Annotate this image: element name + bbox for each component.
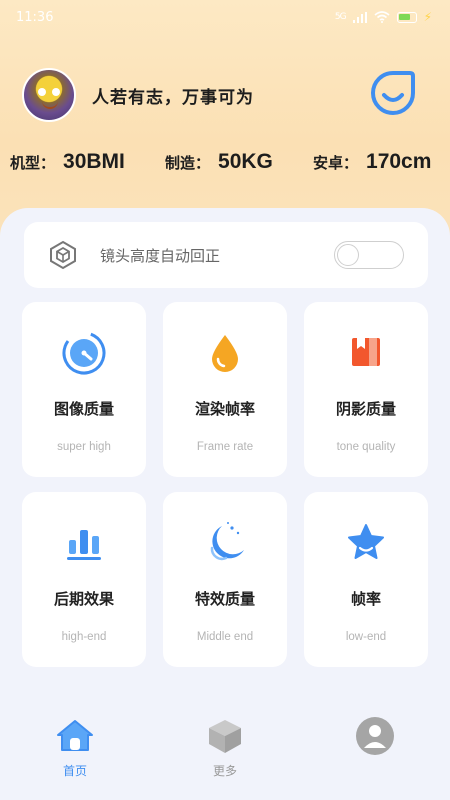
bookmark-icon xyxy=(343,330,389,376)
tile-frame[interactable]: 帧率 low-end xyxy=(304,492,428,667)
nav-profile[interactable] xyxy=(300,700,450,800)
tile-subtitle: super high xyxy=(57,441,111,453)
spec-model: 机型： 30BMI xyxy=(10,150,165,174)
star-icon xyxy=(343,520,389,566)
spec-value: 30BMI xyxy=(63,150,125,173)
tile-effect-quality[interactable]: 特效质量 Middle end xyxy=(163,492,287,667)
wifi-icon xyxy=(374,11,390,23)
spec-label: 机型： xyxy=(10,154,56,172)
spec-android: 安卓： 170cm xyxy=(313,150,431,174)
tile-title: 帧率 xyxy=(350,590,381,608)
cube-icon xyxy=(205,716,245,756)
status-icons: 5G ⚡ xyxy=(335,10,432,24)
bottom-nav: 首页 更多 xyxy=(0,700,450,800)
tile-image-quality[interactable]: 图像质量 super high xyxy=(22,302,146,477)
cellular-icon xyxy=(352,11,367,23)
switch-knob[interactable] xyxy=(337,244,359,266)
tile-title: 特效质量 xyxy=(194,590,255,608)
tile-title: 阴影质量 xyxy=(335,400,396,418)
spec-make: 制造： 50KG xyxy=(165,150,313,174)
nav-home[interactable]: 首页 xyxy=(0,700,150,800)
spec-value: 50KG xyxy=(218,150,273,173)
tile-post-effects[interactable]: 后期效果 high-end xyxy=(22,492,146,667)
tile-subtitle: tone quality xyxy=(336,441,396,453)
auto-level-switch[interactable] xyxy=(334,241,404,269)
auto-level-row[interactable]: 镜头高度自动回正 xyxy=(24,222,428,288)
smile-icon[interactable] xyxy=(370,70,416,116)
profile-row: 人若有志，万事可为 xyxy=(22,68,254,122)
gauge-icon xyxy=(61,330,107,376)
nav-label: 更多 xyxy=(212,764,237,778)
spec-row: 机型： 30BMI 制造： 50KG 安卓： 170cm xyxy=(10,150,446,174)
profile-motto: 人若有志，万事可为 xyxy=(92,87,254,108)
bolt-icon: ⚡ xyxy=(423,10,432,24)
hexagon-cube-icon xyxy=(50,240,76,270)
spec-value: 170cm xyxy=(366,150,432,173)
moon-icon xyxy=(202,520,248,566)
auto-level-label: 镜头高度自动回正 xyxy=(100,246,221,265)
tile-subtitle: Frame rate xyxy=(196,441,254,453)
drop-icon xyxy=(202,330,248,376)
signal-icon: 5G xyxy=(334,12,347,22)
status-bar: 11:36 5G ⚡ xyxy=(0,0,450,34)
tile-shadow-quality[interactable]: 阴影质量 tone quality xyxy=(304,302,428,477)
spec-label: 安卓： xyxy=(313,154,359,172)
tile-title: 渲染帧率 xyxy=(194,400,255,418)
tile-subtitle: Middle end xyxy=(196,631,254,643)
nav-label: 首页 xyxy=(62,764,87,778)
settings-grid: 图像质量 super high 渲染帧率 Frame rate 阴影质量 ton… xyxy=(22,302,428,667)
tile-frame-rate[interactable]: 渲染帧率 Frame rate xyxy=(163,302,287,477)
tile-title: 图像质量 xyxy=(53,400,114,418)
tile-subtitle: low-end xyxy=(345,631,387,643)
user-icon xyxy=(355,716,395,756)
spec-label: 制造： xyxy=(165,154,211,172)
status-time: 11:36 xyxy=(16,9,54,25)
nav-more[interactable]: 更多 xyxy=(150,700,300,800)
home-icon xyxy=(55,716,95,756)
battery-icon xyxy=(396,11,417,23)
tile-subtitle: high-end xyxy=(61,631,107,643)
avatar[interactable] xyxy=(22,68,76,122)
bar-chart-icon xyxy=(61,520,107,566)
tile-title: 后期效果 xyxy=(53,590,114,608)
